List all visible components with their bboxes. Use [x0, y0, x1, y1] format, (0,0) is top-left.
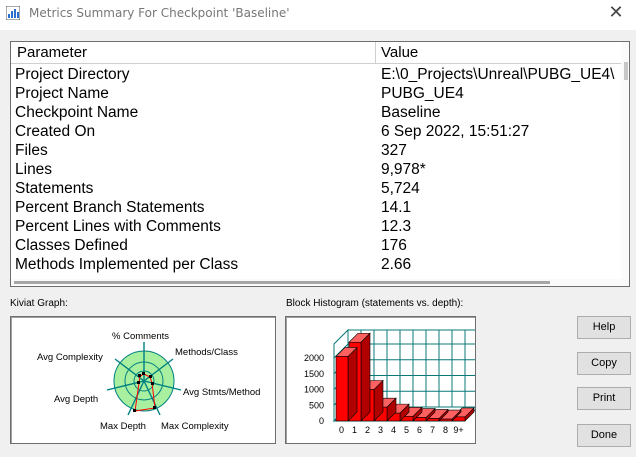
table-row[interactable]: Methods Implemented per Class 2.66 [11, 255, 623, 274]
vertical-scroll-thumb[interactable] [624, 62, 628, 80]
kiviat-axis-label: Max Complexity [161, 421, 229, 432]
histogram-x-tick: 3 [378, 425, 383, 435]
histogram-x-tick: 5 [404, 425, 409, 435]
histogram-bar [439, 418, 453, 422]
histogram-x-tick: 8 [443, 425, 448, 435]
kiviat-axis-label: Avg Complexity [37, 352, 103, 363]
histogram-y-tick: 1000 [304, 385, 324, 395]
block-histogram: 20001500100050000 1 2 3 4 5 6 7 8 9+ [304, 328, 475, 435]
metrics-table[interactable]: Parameter Value Project Directory E:\0_Pr… [10, 41, 630, 287]
close-button[interactable]: ✕ [604, 2, 628, 24]
table-row[interactable]: Project Directory E:\0_Projects\Unreal\PU… [11, 65, 623, 84]
histogram-x-tick: 9+ [453, 425, 463, 435]
kiviat-graph-panel: % Comments Methods/Class Avg Stmts/Metho… [10, 316, 276, 444]
print-button-label: Print [592, 392, 616, 404]
row-parameter: Percent Branch Statements [15, 199, 205, 216]
app-icon [6, 6, 20, 20]
histogram-x-tick: 2 [365, 425, 370, 435]
table-row[interactable]: Created On 6 Sep 2022, 15:51:27 [11, 122, 623, 141]
table-row[interactable]: Percent Branch Statements 14.1 [11, 198, 623, 217]
histogram-x-tick: 4 [391, 425, 396, 435]
row-parameter: Created On [15, 123, 96, 140]
row-parameter: Percent Lines with Comments [15, 218, 221, 235]
histogram-y-tick: 1500 [304, 369, 324, 379]
histogram-bar [335, 356, 349, 422]
histogram-y-tick: 2000 [304, 353, 324, 363]
table-header: Parameter Value [11, 42, 623, 64]
help-button-label: Help [592, 321, 616, 333]
row-parameter: Lines [15, 161, 53, 178]
kiviat-axis-label: Avg Depth [54, 394, 99, 405]
histogram-bar-side [347, 346, 358, 422]
window-title: Metrics Summary For Checkpoint 'Baseline… [29, 6, 290, 20]
table-row[interactable]: Checkpoint Name Baseline [11, 103, 623, 122]
kiviat-axis-label: Max Depth [100, 421, 146, 432]
table-row[interactable]: Percent Lines with Comments 12.3 [11, 217, 623, 236]
table-row[interactable]: Statements 5,724 [11, 179, 623, 198]
histogram-label: Block Histogram (statements vs. depth): [286, 298, 464, 309]
close-icon: ✕ [608, 2, 624, 23]
copy-button[interactable]: Copy [577, 352, 631, 375]
row-parameter: Methods Implemented per Class [15, 256, 239, 273]
table-row[interactable]: Project Name PUBG_UE4 [11, 84, 623, 103]
done-button-label: Done [590, 429, 618, 441]
histogram-x-tick: 7 [430, 425, 435, 435]
copy-button-label: Copy [591, 357, 617, 369]
table-row[interactable]: Files 327 [11, 141, 623, 160]
histogram-bar-side [360, 332, 371, 422]
row-value: 327 [381, 142, 407, 159]
histogram-panel: 2000 1500 1000 500 0 0 1 2 3 4 5 6 7 8 9+ [285, 316, 476, 444]
title-bar: Metrics Summary For Checkpoint 'Baseline… [0, 0, 636, 30]
kiviat-graph-label: Kiviat Graph: [10, 298, 68, 309]
row-value: 176 [381, 237, 407, 254]
histogram-y-tick: 0 [319, 416, 324, 426]
row-value: 14.1 [381, 199, 412, 216]
column-header-parameter[interactable]: Parameter [17, 42, 87, 63]
histogram-x-tick: 0 [339, 425, 344, 435]
help-button[interactable]: Help [577, 316, 631, 339]
vertical-scrollbar[interactable] [621, 42, 629, 286]
row-value: 6 Sep 2022, 15:51:27 [381, 123, 530, 140]
row-value: PUBG_UE4 [381, 85, 464, 102]
done-button[interactable]: Done [577, 424, 631, 447]
column-divider[interactable] [375, 42, 376, 63]
row-parameter: Statements [15, 180, 94, 197]
row-value: 9,978* [381, 161, 426, 178]
kiviat-axis-label: Avg Stmts/Method [183, 387, 261, 398]
kiviat-axis-label: Methods/Class [175, 347, 238, 358]
row-parameter: Classes Defined [15, 237, 128, 254]
column-header-value[interactable]: Value [381, 42, 418, 63]
horizontal-scroll-thumb[interactable] [14, 281, 550, 284]
histogram-x-tick: 1 [352, 425, 357, 435]
table-row[interactable]: Lines 9,978* [11, 160, 623, 179]
histogram-y-tick: 500 [309, 400, 324, 410]
row-value: 2.66 [381, 256, 412, 273]
table-row[interactable]: Classes Defined 176 [11, 236, 623, 255]
row-parameter: Checkpoint Name [15, 104, 139, 121]
print-button[interactable]: Print [577, 387, 631, 410]
row-value: 12.3 [381, 218, 412, 235]
histogram-x-tick: 6 [417, 425, 422, 435]
horizontal-scrollbar[interactable] [11, 279, 623, 286]
row-parameter: Files [15, 142, 48, 159]
row-parameter: Project Directory [15, 66, 130, 83]
kiviat-axis-label: % Comments [112, 331, 170, 342]
row-parameter: Project Name [15, 85, 109, 102]
row-value: Baseline [381, 104, 441, 121]
row-value: E:\0_Projects\Unreal\PUBG_UE4\ [381, 66, 615, 83]
row-value: 5,724 [381, 180, 420, 197]
histogram-bar [426, 418, 440, 422]
